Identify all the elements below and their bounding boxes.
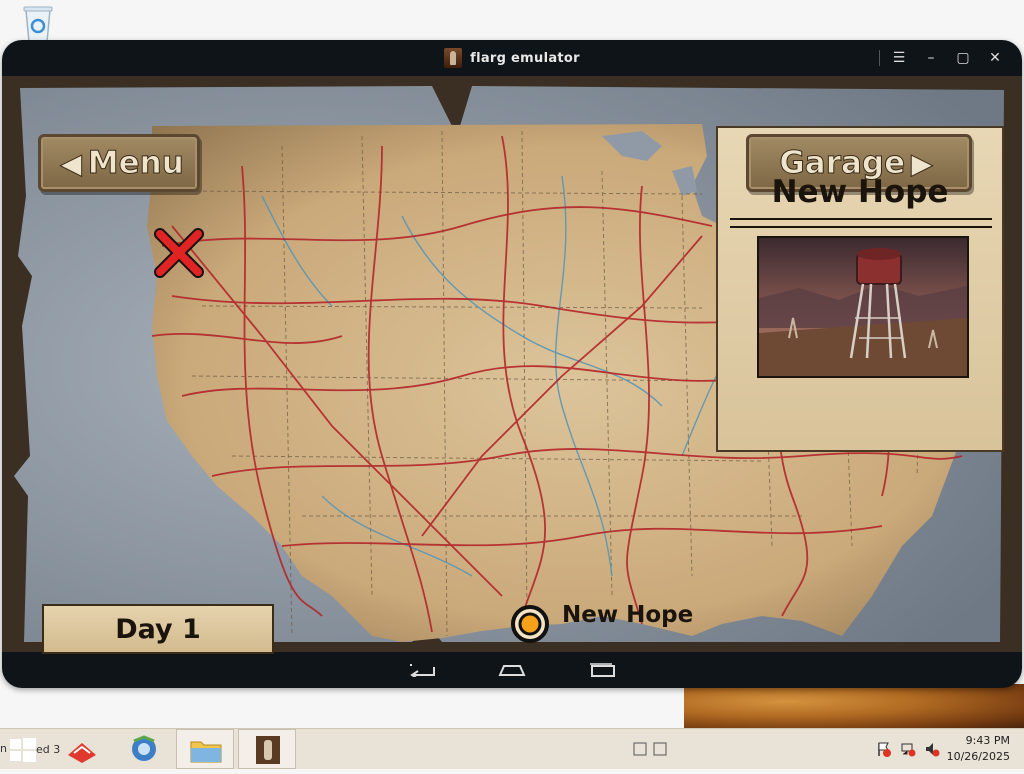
day-counter: Day 1: [42, 604, 274, 654]
back-icon[interactable]: [408, 663, 436, 677]
divider: [879, 50, 880, 66]
home-icon[interactable]: [498, 663, 526, 677]
window-title: flarg emulator: [470, 50, 580, 66]
network-icon[interactable]: [900, 741, 916, 757]
recycle-bin-icon[interactable]: [18, 4, 58, 44]
emulator-window: flarg emulator ☰ – ▢ ✕ ◀ Menu Garage ▶ N…: [2, 40, 1022, 688]
flarg-emulator-icon: [256, 736, 280, 764]
location-title: New Hope: [771, 174, 949, 210]
android-nav-bar: [2, 652, 1022, 688]
globe-browser-icon[interactable]: [124, 729, 164, 769]
close-icon[interactable]: ✕: [988, 40, 1002, 76]
title-divider: [730, 218, 992, 228]
window-titlebar[interactable]: flarg emulator ☰ – ▢ ✕: [2, 40, 1022, 76]
menu-button-label: Menu: [87, 145, 184, 182]
action-center-flag-icon[interactable]: [876, 741, 892, 757]
minimize-icon[interactable]: –: [924, 40, 938, 76]
flarg-emulator-taskbar-button[interactable]: [238, 729, 296, 769]
flarg-app-icon: [444, 48, 463, 68]
desktop-wallpaper: [684, 684, 1024, 728]
maximize-icon[interactable]: ▢: [956, 40, 970, 76]
mcafee-icon[interactable]: [62, 729, 102, 769]
file-explorer-button[interactable]: [176, 729, 234, 769]
menu-icon[interactable]: ☰: [892, 40, 906, 76]
menu-button[interactable]: ◀ Menu: [38, 134, 200, 192]
cut-off-text: ed 3: [36, 743, 61, 756]
destination-marker[interactable]: [511, 605, 549, 643]
game-screen[interactable]: ◀ Menu Garage ▶ New Hope Day 1 New Hope: [2, 76, 1022, 654]
cut-off-label: n: [0, 742, 7, 755]
clock-date: 10/26/2025: [946, 750, 1010, 763]
destination-label[interactable]: New Hope: [562, 602, 693, 628]
system-clock[interactable]: 9:43 PM 10/26/2025: [947, 733, 1010, 765]
taskbar: n ed 3 9:43 PM 10/26/2025: [0, 728, 1024, 769]
window-controls: ☰ – ▢ ✕: [879, 40, 1002, 76]
clock-time: 9:43 PM: [965, 734, 1010, 747]
folder-icon: [190, 741, 222, 763]
location-preview-image: [757, 236, 969, 378]
task-view-icon[interactable]: [628, 729, 668, 769]
arrow-left-icon: ◀: [60, 146, 83, 180]
volume-muted-icon[interactable]: [924, 741, 940, 757]
recent-apps-icon[interactable]: [588, 663, 616, 677]
